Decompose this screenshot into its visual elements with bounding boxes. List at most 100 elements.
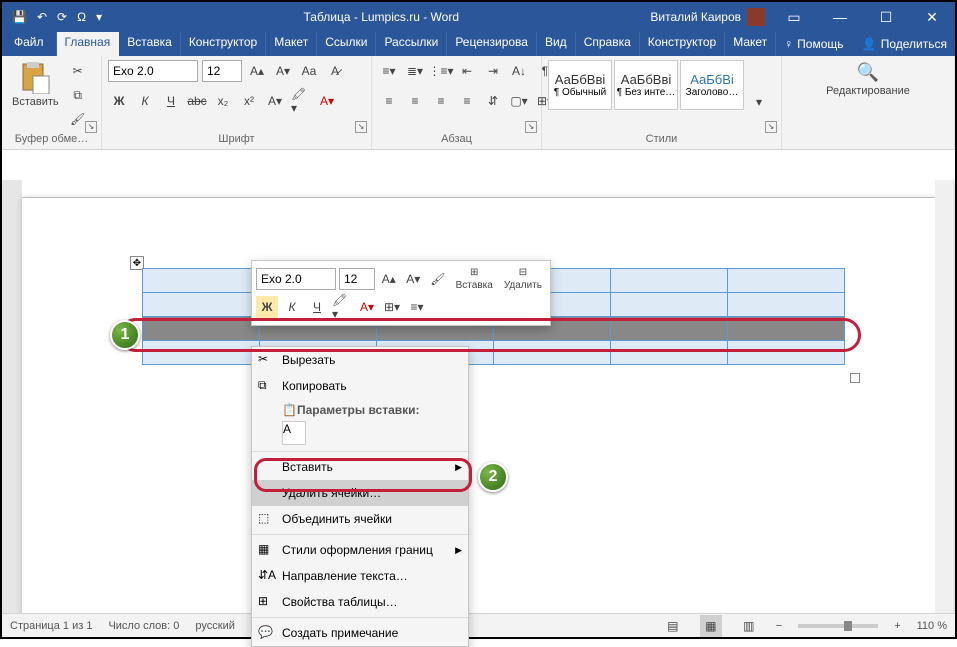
status-language[interactable]: русский	[195, 620, 234, 632]
mini-highlight-icon[interactable]: 🖍▾	[331, 296, 353, 318]
undo-icon[interactable]: ↶	[37, 10, 47, 24]
tab-help[interactable]: Справка	[576, 32, 640, 56]
style-nospacing[interactable]: АаБбВві¶ Без инте…	[614, 60, 678, 110]
numbering-icon[interactable]: ≣▾	[404, 60, 426, 82]
qat-more-icon[interactable]: ▾	[96, 10, 102, 24]
highlight-icon[interactable]: 🖍▾	[290, 90, 312, 112]
change-case-icon[interactable]: Aa	[298, 60, 320, 82]
tab-insert[interactable]: Вставка	[119, 32, 181, 56]
editing-button[interactable]: 🔍 Редактирование	[822, 60, 914, 99]
tab-review[interactable]: Рецензирова	[447, 32, 537, 56]
align-right-icon[interactable]: ≡	[430, 90, 452, 112]
text-effects-icon[interactable]: A▾	[264, 90, 286, 112]
align-center-icon[interactable]: ≡	[404, 90, 426, 112]
styles-launcher[interactable]: ↘	[765, 121, 777, 133]
paste-button[interactable]: Вставить	[8, 60, 63, 110]
maximize-button[interactable]: ☐	[863, 2, 909, 32]
mini-delete-button[interactable]: ⊟Удалить	[500, 265, 546, 293]
tab-design[interactable]: Конструктор	[181, 32, 266, 56]
font-size-select[interactable]	[202, 60, 242, 82]
align-left-icon[interactable]: ≡	[378, 90, 400, 112]
bullets-icon[interactable]: ≡▾	[378, 60, 400, 82]
superscript-button[interactable]: x²	[238, 90, 260, 112]
mini-insert-button[interactable]: ⊞Вставка	[452, 265, 497, 293]
zoom-value[interactable]: 110 %	[917, 620, 947, 632]
italic-button[interactable]: К	[134, 90, 156, 112]
table-row[interactable]	[143, 341, 845, 365]
menu-cut[interactable]: ✂Вырезать	[252, 347, 468, 373]
refresh-icon[interactable]: ⟳	[57, 10, 67, 24]
strike-button[interactable]: abc	[186, 90, 208, 112]
grow-font-icon[interactable]: A▴	[246, 60, 268, 82]
menu-copy[interactable]: ⧉Копировать	[252, 373, 468, 399]
tab-references[interactable]: Ссылки	[317, 32, 376, 56]
styles-more-icon[interactable]: ▾	[748, 94, 770, 110]
shrink-font-icon[interactable]: A▾	[272, 60, 294, 82]
mini-painter-icon[interactable]: 🖌	[427, 268, 449, 290]
ribbon-options-icon[interactable]: ▭	[771, 2, 817, 32]
tab-table-design[interactable]: Конструктор	[640, 32, 725, 56]
horizontal-ruler[interactable]	[22, 180, 935, 198]
subscript-button[interactable]: x₂	[212, 90, 234, 112]
view-read-icon[interactable]: ▤	[662, 615, 684, 637]
mini-size-select[interactable]	[339, 268, 375, 290]
save-icon[interactable]: 💾	[12, 10, 27, 24]
view-print-icon[interactable]: ▦	[700, 615, 722, 637]
view-web-icon[interactable]: ▥	[738, 615, 760, 637]
status-words[interactable]: Число слов: 0	[108, 620, 179, 632]
mini-shrink-icon[interactable]: A▾	[403, 268, 425, 290]
mini-italic-button[interactable]: К	[281, 296, 303, 318]
style-normal[interactable]: АаБбВві¶ Обычный	[548, 60, 612, 110]
user-account[interactable]: Виталий Каиров	[650, 8, 771, 26]
style-heading1[interactable]: АаБбВіЗаголово…	[680, 60, 744, 110]
shading-icon[interactable]: ▢▾	[508, 90, 530, 112]
tab-home[interactable]: Главная	[57, 32, 120, 56]
tab-file[interactable]: Файл	[2, 32, 57, 56]
zoom-out-button[interactable]: −	[776, 620, 782, 632]
menu-insert[interactable]: Вставить▶	[252, 454, 468, 480]
indent-dec-icon[interactable]: ⇤	[456, 60, 478, 82]
mini-grow-icon[interactable]: A▴	[378, 268, 400, 290]
mini-bold-button[interactable]: Ж	[256, 296, 278, 318]
tab-table-layout[interactable]: Макет	[725, 32, 776, 56]
font-launcher[interactable]: ↘	[355, 121, 367, 133]
font-name-select[interactable]	[108, 60, 198, 82]
menu-merge-cells[interactable]: ⬚Объединить ячейки	[252, 506, 468, 532]
tab-mailings[interactable]: Рассылки	[376, 32, 447, 56]
mini-borders-icon[interactable]: ⊞▾	[381, 296, 403, 318]
cut-icon[interactable]: ✂	[67, 60, 89, 82]
zoom-in-button[interactable]: +	[894, 620, 900, 632]
bold-button[interactable]: Ж	[108, 90, 130, 112]
tab-view[interactable]: Вид	[537, 32, 576, 56]
mini-underline-button[interactable]: Ч	[306, 296, 328, 318]
menu-border-styles[interactable]: ▦Стили оформления границ▶	[252, 537, 468, 563]
share-button[interactable]: 👤 Поделиться	[854, 32, 955, 56]
zoom-slider[interactable]	[798, 624, 878, 628]
menu-text-direction[interactable]: ⇵AНаправление текста…	[252, 563, 468, 589]
symbol-icon[interactable]: Ω	[77, 10, 86, 24]
font-color-icon[interactable]: A▾	[316, 90, 338, 112]
underline-button[interactable]: Ч	[160, 90, 182, 112]
mini-align-icon[interactable]: ≡▾	[406, 296, 428, 318]
indent-inc-icon[interactable]: ⇥	[482, 60, 504, 82]
multilist-icon[interactable]: ⋮≡▾	[430, 60, 452, 82]
tell-me[interactable]: ♀Помощь	[776, 32, 851, 56]
minimize-button[interactable]: —	[817, 2, 863, 32]
table-resize-handle[interactable]	[850, 373, 860, 383]
menu-new-comment[interactable]: 💬Создать примечание	[252, 620, 468, 646]
copy-icon[interactable]: ⧉	[67, 84, 89, 106]
tab-layout[interactable]: Макет	[266, 32, 317, 56]
mini-fontcolor-icon[interactable]: A▾	[356, 296, 378, 318]
menu-delete-cells[interactable]: Удалить ячейки…	[252, 480, 468, 506]
mini-font-select[interactable]	[256, 268, 336, 290]
menu-table-properties[interactable]: ⊞Свойства таблицы…	[252, 589, 468, 615]
status-page[interactable]: Страница 1 из 1	[10, 620, 92, 632]
close-button[interactable]: ✕	[909, 2, 955, 32]
vertical-scrollbar[interactable]	[935, 180, 953, 613]
paste-option-keep-text[interactable]: A	[282, 421, 306, 445]
justify-icon[interactable]: ≡	[456, 90, 478, 112]
line-spacing-icon[interactable]: ⇵	[482, 90, 504, 112]
clear-format-icon[interactable]: A̷	[324, 60, 346, 82]
clipboard-launcher[interactable]: ↘	[85, 121, 97, 133]
paragraph-launcher[interactable]: ↘	[525, 121, 537, 133]
